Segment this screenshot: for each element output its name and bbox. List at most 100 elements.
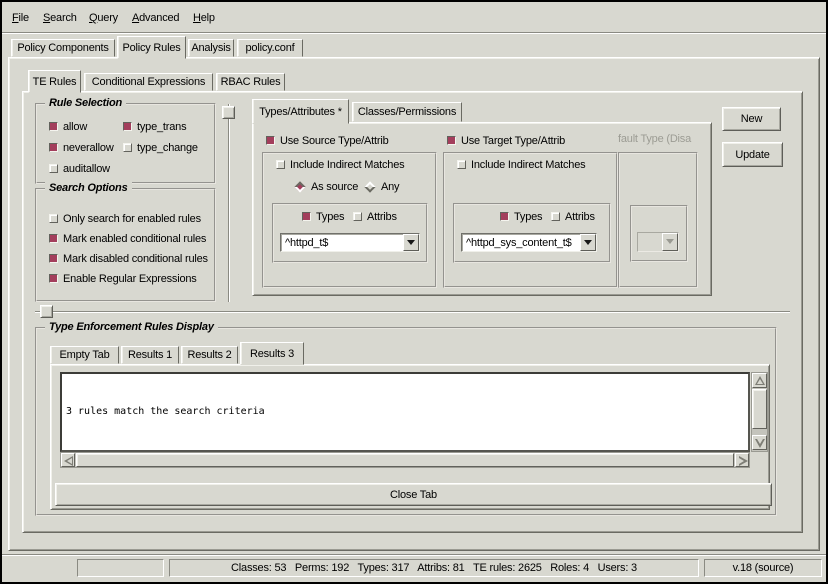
arrow-down-icon-inner (757, 439, 763, 444)
checkbox-type-trans[interactable]: type_trans (123, 120, 186, 133)
checkbox-indicator (551, 212, 560, 221)
checkbox-label: Enable Regular Expressions (63, 273, 197, 285)
checkbox-indicator (457, 160, 466, 169)
vertical-scroll-thumb[interactable] (752, 389, 767, 429)
checkbox-label: Attribs (367, 211, 397, 223)
menubar-separator (2, 32, 826, 34)
checkbox-target-attribs[interactable]: Attribs (551, 210, 595, 223)
tab-types-attributes[interactable]: Types/Attributes * (252, 99, 349, 124)
scroll-up-button[interactable] (752, 373, 767, 388)
chevron-down-icon (584, 240, 592, 245)
chevron-down-icon (407, 240, 415, 245)
radio-as-source[interactable]: As source (296, 180, 358, 193)
checkbox-source-types[interactable]: Types (302, 210, 344, 223)
menu-advanced[interactable]: Advanced (132, 12, 179, 24)
source-type-combobox[interactable]: ^httpd_t$ (280, 233, 420, 252)
checkbox-label: Include Indirect Matches (471, 159, 585, 171)
statusbar-stats: Classes: 53 Perms: 192 Types: 317 Attrib… (169, 559, 699, 577)
tab-classes-permissions[interactable]: Classes/Permissions (352, 102, 462, 122)
menu-file[interactable]: File (12, 12, 29, 24)
combo-dropdown-button[interactable] (403, 234, 419, 251)
checkbox-type-change[interactable]: type_change (123, 141, 198, 154)
menu-query[interactable]: Query (89, 12, 118, 24)
menu-help[interactable]: Help (193, 12, 215, 24)
source-type-combo-value: ^httpd_t$ (281, 237, 403, 249)
checkbox-indicator (49, 143, 58, 152)
default-type-label: fault Type (Disa (618, 133, 698, 146)
checkbox-label: Include Indirect Matches (290, 159, 404, 171)
arrow-right-icon-inner (739, 458, 744, 464)
tab-analysis[interactable]: Analysis (188, 39, 234, 57)
checkbox-indicator (353, 212, 362, 221)
checkbox-indicator (123, 143, 132, 152)
horizontal-scroll-thumb[interactable] (76, 453, 734, 467)
checkbox-label: Types (514, 211, 542, 223)
tab-empty-tab[interactable]: Empty Tab (50, 346, 119, 364)
arrow-left-icon-inner (67, 458, 72, 464)
radio-any[interactable]: Any (366, 180, 399, 193)
results-vertical-scrollbar[interactable] (751, 372, 768, 452)
radio-indicator (294, 181, 305, 192)
horizontal-sash[interactable] (35, 311, 790, 313)
checkbox-indicator (49, 234, 58, 243)
radio-label: Any (381, 181, 399, 193)
results-textarea[interactable]: 3 rules match the search criteria (5822)… (60, 372, 750, 452)
checkbox-allow[interactable]: allow (49, 120, 87, 133)
vertical-sash-handle[interactable] (222, 106, 235, 119)
target-type-combo-value: ^httpd_sys_content_t$ (462, 237, 580, 249)
checkbox-label: Use Target Type/Attrib (461, 135, 565, 147)
scroll-left-button[interactable] (61, 453, 75, 467)
tab-policy-conf[interactable]: policy.conf (237, 39, 303, 57)
new-button[interactable]: New (722, 107, 781, 131)
checkbox-indicator (276, 160, 285, 169)
checkbox-only-enabled-rules[interactable]: Only search for enabled rules (49, 212, 201, 225)
combo-dropdown-button[interactable] (580, 234, 596, 251)
checkbox-label: neverallow (63, 142, 114, 154)
checkbox-indicator (49, 214, 58, 223)
checkbox-label: Attribs (565, 211, 595, 223)
checkbox-indicator (49, 254, 58, 263)
tab-policy-components[interactable]: Policy Components (11, 39, 115, 57)
results-summary: 3 rules match the search criteria (66, 405, 578, 419)
checkbox-mark-enabled-conditional[interactable]: Mark enabled conditional rules (49, 232, 206, 245)
target-type-combobox[interactable]: ^httpd_sys_content_t$ (461, 233, 597, 252)
results-horizontal-scrollbar[interactable] (60, 452, 750, 468)
checkbox-neverallow[interactable]: neverallow (49, 141, 114, 154)
checkbox-use-target-type[interactable]: Use Target Type/Attrib (447, 134, 565, 147)
rule-selection-title: Rule Selection (45, 97, 126, 109)
checkbox-target-types[interactable]: Types (500, 210, 542, 223)
results-group-title: Type Enforcement Rules Display (45, 321, 218, 333)
close-tab-button[interactable]: Close Tab (55, 483, 772, 506)
checkbox-indicator (123, 122, 132, 131)
scroll-right-button[interactable] (735, 453, 749, 467)
checkbox-indicator (302, 212, 311, 221)
checkbox-label: allow (63, 121, 87, 133)
checkbox-mark-disabled-conditional[interactable]: Mark disabled conditional rules (49, 252, 208, 265)
checkbox-indicator (49, 122, 58, 131)
arrow-up-icon-inner (757, 379, 763, 384)
tab-rbac-rules[interactable]: RBAC Rules (216, 73, 285, 91)
checkbox-enable-regex[interactable]: Enable Regular Expressions (49, 272, 197, 285)
checkbox-label: Only search for enabled rules (63, 213, 201, 225)
update-button[interactable]: Update (722, 142, 783, 167)
radio-indicator (364, 181, 375, 192)
vertical-sash[interactable] (228, 104, 230, 302)
checkbox-label: Use Source Type/Attrib (280, 135, 389, 147)
checkbox-use-source-type[interactable]: Use Source Type/Attrib (266, 134, 389, 147)
menu-search[interactable]: Search (43, 12, 77, 24)
checkbox-source-attribs[interactable]: Attribs (353, 210, 397, 223)
checkbox-indicator (500, 212, 509, 221)
tab-conditional-expressions[interactable]: Conditional Expressions (84, 73, 213, 91)
tab-policy-rules[interactable]: Policy Rules (117, 36, 186, 59)
checkbox-indicator (447, 136, 456, 145)
tab-results-3[interactable]: Results 3 (240, 342, 304, 365)
checkbox-target-indirect[interactable]: Include Indirect Matches (457, 158, 585, 171)
horizontal-sash-handle[interactable] (40, 305, 53, 318)
checkbox-source-indirect[interactable]: Include Indirect Matches (276, 158, 404, 171)
tab-results-1[interactable]: Results 1 (121, 346, 179, 364)
scroll-down-button[interactable] (752, 435, 767, 450)
tab-te-rules[interactable]: TE Rules (28, 70, 81, 93)
chevron-down-icon (666, 239, 674, 244)
checkbox-auditallow[interactable]: auditallow (49, 162, 110, 175)
tab-results-2[interactable]: Results 2 (181, 346, 238, 364)
